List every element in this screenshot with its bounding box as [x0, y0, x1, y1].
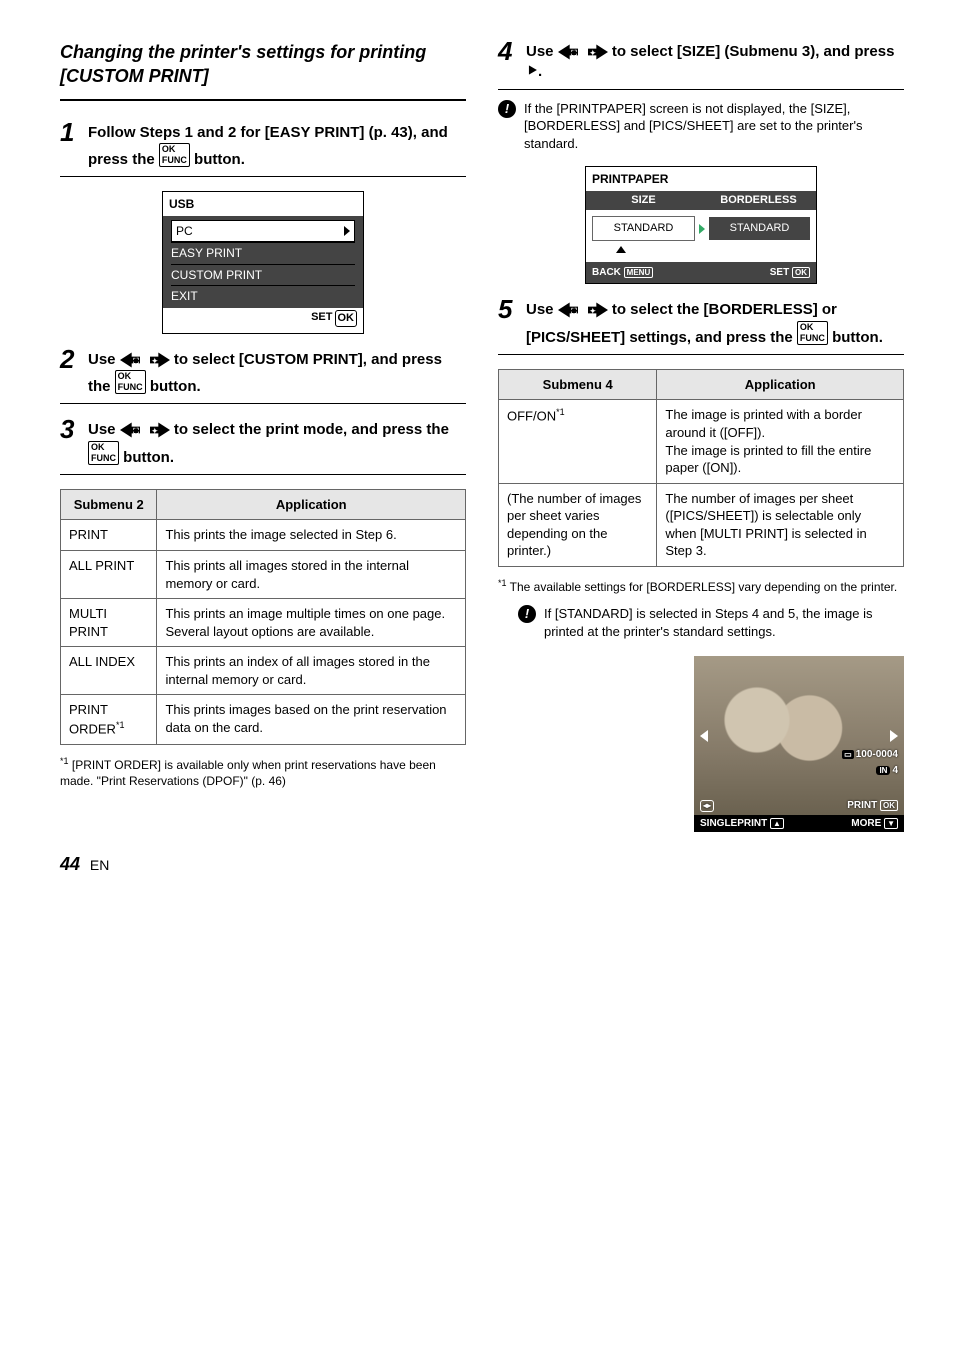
submenu4-table: Submenu 4 Application OFF/ON*1 The image… — [498, 369, 904, 567]
step2-text-c: button. — [150, 378, 201, 395]
table-row: PRINT ORDER*1This prints images based on… — [61, 695, 466, 744]
ok-func-icon: OKFUNC — [115, 370, 146, 394]
nav-arrows-icon — [120, 422, 170, 438]
print-ok-label: PRINT OK — [847, 799, 898, 813]
table-header: Application — [657, 369, 904, 400]
nav-arrows-icon — [558, 302, 608, 318]
arrow-left-icon — [700, 730, 708, 742]
pp-value-size: STANDARD — [592, 216, 695, 241]
step4-text-c: . — [538, 63, 542, 80]
pp-set-ok: SET OK — [770, 266, 810, 280]
pp-value-borderless: STANDARD — [709, 217, 810, 240]
step-number: 4 — [498, 38, 520, 64]
step3-text-b: to select the print mode, and press the — [174, 421, 449, 438]
note-text: If [STANDARD] is selected in Steps 4 and… — [544, 605, 904, 640]
right-dpad-icon: ⯈ — [526, 63, 538, 80]
pp-header-borderless: BORDERLESS — [701, 191, 816, 210]
table-row: MULTI PRINTThis prints an image multiple… — [61, 599, 466, 647]
step5-text-c: button. — [832, 329, 883, 346]
step2-text-a: Use — [88, 351, 120, 368]
sample-photo: ▭100-0004 IN4 ◂▸ PRINT OK SINGLEPRINT ▲ … — [694, 656, 904, 816]
file-number-label: ▭100-0004 — [842, 748, 898, 762]
card-icon: ▭ — [842, 750, 854, 759]
page-footer: 44 EN — [60, 852, 904, 876]
table-row: PRINTThis prints the image selected in S… — [61, 520, 466, 551]
usb-item-exit: EXIT — [171, 285, 355, 306]
nav-arrows-icon — [558, 44, 608, 60]
ok-func-icon: OKFUNC — [88, 441, 119, 465]
table-row: OFF/ON*1 The image is printed with a bor… — [499, 400, 904, 483]
usb-item-easy: EASY PRINT — [171, 242, 355, 263]
pp-header-size: SIZE — [586, 191, 701, 210]
memory-label: IN4 — [876, 764, 898, 778]
submenu2-table: Submenu 2 Application PRINTThis prints t… — [60, 489, 466, 745]
more-label: MORE ▼ — [851, 817, 898, 831]
usb-item-label: PC — [176, 223, 193, 239]
step-5: 5 Use to select the [BORDERLESS] or [PIC… — [498, 298, 904, 355]
chevron-right-icon — [699, 224, 705, 234]
step1-text-b: button. — [194, 151, 245, 168]
table-header: Application — [157, 489, 466, 520]
step-1: 1 Follow Steps 1 and 2 for [EASY PRINT] … — [60, 121, 466, 178]
caution-icon: ! — [518, 605, 536, 623]
table1-footnote: *1 [PRINT ORDER] is available only when … — [60, 755, 466, 789]
step-number: 5 — [498, 296, 520, 322]
table-header-row: Submenu 4 Application — [499, 369, 904, 400]
step3-text-c: button. — [123, 449, 174, 466]
ok-func-icon: OKFUNC — [797, 321, 828, 345]
printpaper-screen: PRINTPAPER SIZE BORDERLESS STANDARD STAN… — [585, 166, 817, 284]
table-row: (The number of images per sheet varies d… — [499, 483, 904, 566]
step4-text-a: Use — [526, 43, 558, 60]
note-step4: ! If the [PRINTPAPER] screen is not disp… — [498, 100, 904, 153]
page-number: 44 — [60, 854, 80, 874]
step4-text-b: to select [SIZE] (Submenu 3), and press — [612, 43, 895, 60]
pp-title: PRINTPAPER — [586, 167, 816, 191]
step-number: 1 — [60, 119, 82, 145]
step3-text-a: Use — [88, 421, 120, 438]
caution-icon: ! — [498, 100, 516, 118]
table2-footnote: *1 The available settings for [BORDERLES… — [498, 577, 904, 595]
step-number: 2 — [60, 346, 82, 372]
step1-text-a: Follow Steps 1 and 2 for [EASY PRINT] (p… — [88, 124, 448, 168]
pp-back: BACK MENU — [592, 266, 653, 280]
step-2: 2 Use to select [CUSTOM PRINT], and pres… — [60, 348, 466, 405]
step-4: 4 Use to select [SIZE] (Submenu 3), and … — [498, 40, 904, 90]
table-header-row: Submenu 2 Application — [61, 489, 466, 520]
page-lang: EN — [90, 857, 109, 873]
nav-arrows-icon — [120, 352, 170, 368]
step-3: 3 Use to select the print mode, and pres… — [60, 418, 466, 475]
singleprint-label: SINGLEPRINT ▲ — [700, 817, 784, 831]
step5-text-a: Use — [526, 301, 558, 318]
down-heart-icon — [616, 243, 626, 253]
note-step5: ! If [STANDARD] is selected in Steps 4 a… — [518, 605, 904, 640]
usb-item-pc: PC — [171, 220, 355, 242]
step-number: 3 — [60, 416, 82, 442]
section-title: Changing the printer's settings for prin… — [60, 40, 466, 101]
chevron-right-icon — [344, 226, 350, 236]
usb-set-ok: SETOK — [163, 308, 363, 333]
table-header: Submenu 2 — [61, 489, 157, 520]
table-header: Submenu 4 — [499, 369, 657, 400]
usb-screen: USB PC EASY PRINT CUSTOM PRINT EXIT SETO… — [162, 191, 364, 334]
table-row: ALL INDEXThis prints an index of all ima… — [61, 647, 466, 695]
ok-func-icon: OKFUNC — [159, 143, 190, 167]
usb-title: USB — [163, 192, 363, 216]
table-row: ALL PRINTThis prints all images stored i… — [61, 550, 466, 598]
usb-item-custom: CUSTOM PRINT — [171, 264, 355, 285]
arrow-right-icon — [890, 730, 898, 742]
note-text: If the [PRINTPAPER] screen is not displa… — [524, 100, 904, 153]
nav-lr-icon: ◂▸ — [700, 799, 714, 813]
